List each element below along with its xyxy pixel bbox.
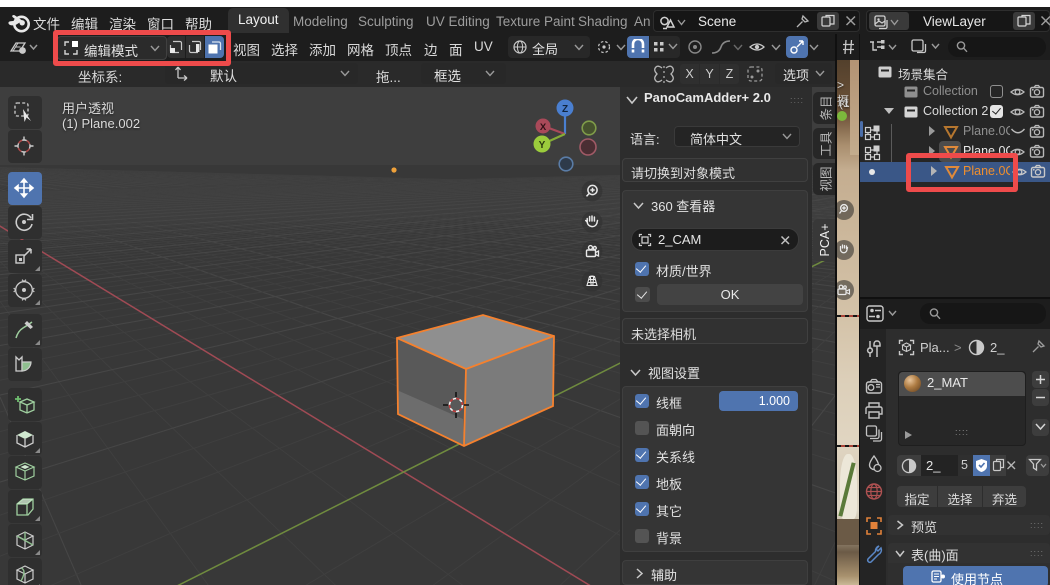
svg-text:X: X	[540, 122, 547, 133]
svg-text:Y: Y	[539, 140, 546, 151]
svg-text:Z: Z	[562, 104, 568, 115]
